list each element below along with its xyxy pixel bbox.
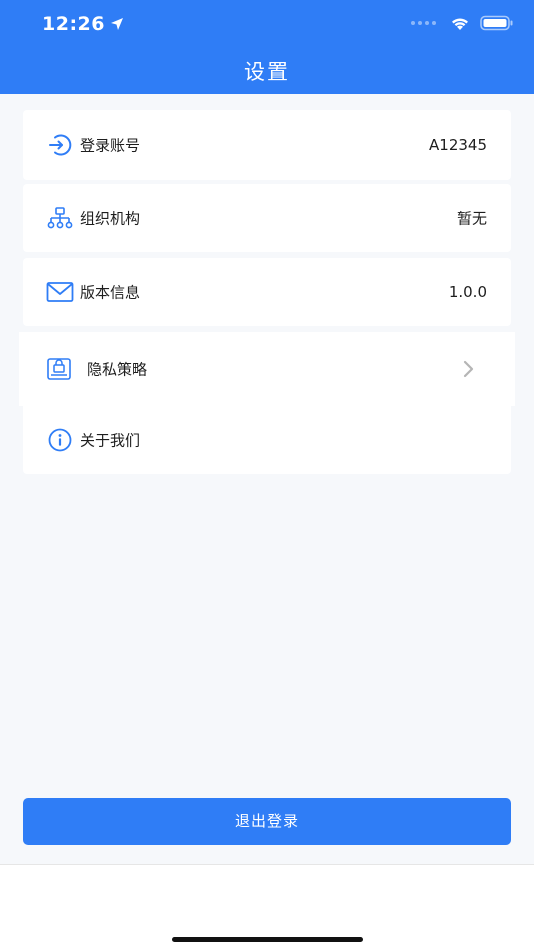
org-tree-icon [46,204,74,232]
battery-icon [480,15,513,31]
account-value: A12345 [429,136,487,154]
page-title: 设置 [244,60,290,84]
header-bar: 12:26 设置 [0,0,534,94]
info-circle-icon [46,426,74,454]
envelope-icon [46,278,74,306]
settings-item-version[interactable]: 版本信息 1.0.0 [23,258,511,326]
settings-item-account[interactable]: 登录账号 A12345 [23,110,511,180]
status-time-text: 12:26 [42,13,105,35]
cellular-signal-icon [411,21,436,25]
settings-item-privacy[interactable]: 隐私策略 [19,332,515,406]
logout-button[interactable]: 退出登录 [23,798,511,845]
location-arrow-icon [110,18,123,30]
login-arrow-icon [46,131,74,159]
privacy-label: 隐私策略 [87,360,148,379]
settings-item-organization[interactable]: 组织机构 暂无 [23,184,511,252]
status-indicators [411,15,514,31]
wifi-icon [452,18,468,30]
about-label: 关于我们 [80,431,141,450]
home-indicator[interactable] [172,937,363,942]
lock-document-icon [45,355,73,383]
status-time: 12:26 [42,13,124,35]
version-label: 版本信息 [80,283,141,302]
account-label: 登录账号 [80,136,141,155]
organization-label: 组织机构 [80,209,141,228]
chevron-right-icon [461,359,477,379]
version-value: 1.0.0 [448,283,487,301]
organization-value: 暂无 [456,209,487,228]
settings-item-about[interactable]: 关于我们 [23,406,511,474]
